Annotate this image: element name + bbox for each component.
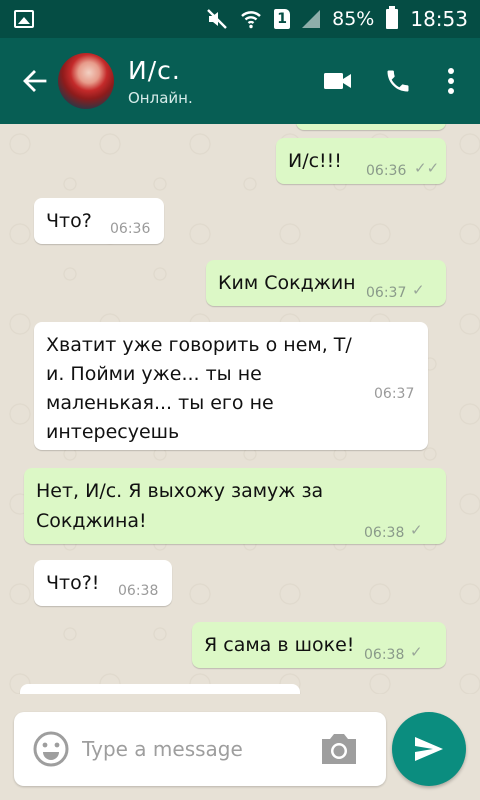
message-time: 06:36 xyxy=(366,163,407,179)
more-options-icon xyxy=(448,68,454,94)
message-composer xyxy=(14,712,386,786)
message-bubble-outgoing[interactable]: Ким Сокджин 06:37 ✓ xyxy=(206,260,446,306)
emoji-icon xyxy=(33,731,69,767)
send-button[interactable] xyxy=(392,712,466,786)
message-line: Хватит уже говорить о нем, Т/ xyxy=(46,334,352,356)
avatar[interactable] xyxy=(58,53,114,109)
back-button[interactable] xyxy=(12,51,56,111)
message-bubble-outgoing[interactable]: Нет, И/с. Я выхожу замуж за Сокджина! 06… xyxy=(24,468,446,544)
battery-percent: 85% xyxy=(332,8,375,30)
battery-icon xyxy=(386,6,399,29)
contact-status: Онлайн. xyxy=(128,88,193,107)
read-receipt-icon: ✓✓ xyxy=(414,159,440,177)
back-arrow-icon xyxy=(23,70,47,92)
message-line: Нет, И/с. Я выхожу замуж за xyxy=(36,480,324,502)
message-input[interactable] xyxy=(82,729,302,769)
message-text: И/с!!! xyxy=(288,150,342,172)
video-call-button[interactable] xyxy=(308,51,368,111)
message-text: Я сама в шоке! xyxy=(204,634,355,656)
contact-name: И/с. xyxy=(128,55,181,85)
message-time: 06:37 xyxy=(366,285,407,301)
gallery-icon xyxy=(14,10,34,28)
video-call-icon xyxy=(324,73,351,89)
sent-tick-icon: ✓ xyxy=(410,521,423,539)
message-text: Что? xyxy=(46,210,92,232)
message-bubble-incoming[interactable]: Хватит уже говорить о нем, Т/ и. Пойми у… xyxy=(34,322,428,450)
message-time: 06:37 xyxy=(374,386,415,402)
message-bubble-incoming[interactable]: Что? 06:36 xyxy=(34,198,164,244)
message-line: интересуешь xyxy=(46,421,180,443)
message-line: и. Пойми уже... ты не xyxy=(46,363,262,385)
message-text: Что?! xyxy=(46,572,100,594)
more-options-button[interactable] xyxy=(428,51,474,111)
message-line: маленькая... ты его не xyxy=(46,392,274,414)
chat-area[interactable]: И/с!!! 06:36 ✓✓ Что? 06:36 Ким Сокджин 0… xyxy=(0,124,480,694)
camera-button[interactable] xyxy=(318,730,360,768)
chat-header: И/с. Онлайн. xyxy=(0,38,480,124)
message-time: 06:36 xyxy=(110,221,151,237)
sent-tick-icon: ✓ xyxy=(412,281,425,299)
emoji-button[interactable] xyxy=(32,730,70,768)
message-bubble-outgoing[interactable]: И/с!!! 06:36 ✓✓ xyxy=(276,138,446,184)
message-bubble-incoming[interactable]: Что?! 06:38 xyxy=(34,560,172,606)
message-text: Ким Сокджин xyxy=(218,272,356,294)
voice-call-button[interactable] xyxy=(368,51,428,111)
message-line: Сокджина! xyxy=(36,510,147,532)
camera-icon xyxy=(322,734,356,764)
sim-icon: 1 xyxy=(274,9,291,29)
mute-icon xyxy=(206,8,228,30)
voice-call-icon xyxy=(387,70,409,92)
signal-icon xyxy=(302,10,321,28)
contact-info[interactable]: И/с. Онлайн. xyxy=(128,56,193,107)
message-time: 06:38 xyxy=(118,583,159,599)
sent-tick-icon: ✓ xyxy=(410,643,423,661)
message-bubble-partial xyxy=(20,684,300,694)
send-icon xyxy=(415,737,443,761)
message-bubble-outgoing[interactable]: Я сама в шоке! 06:38 ✓ xyxy=(192,622,446,668)
status-bar: 1 85% 18:53 xyxy=(0,0,480,38)
status-time: 18:53 xyxy=(410,7,468,31)
message-time: 06:38 xyxy=(364,525,405,541)
message-time: 06:38 xyxy=(364,647,405,663)
wifi-icon xyxy=(240,8,262,30)
message-bubble-partial xyxy=(296,124,446,130)
